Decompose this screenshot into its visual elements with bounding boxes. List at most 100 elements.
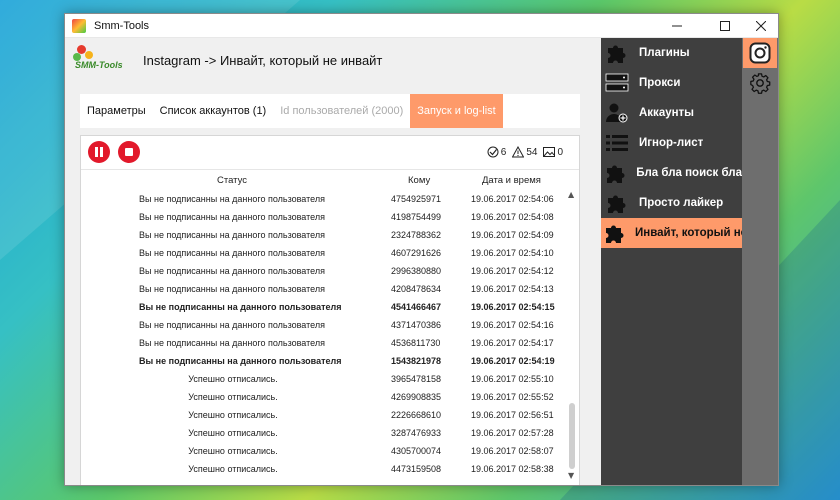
table-row[interactable]: Успешно отписались. 4269908835 19.06.2017 … xyxy=(81,388,569,406)
close-button[interactable] xyxy=(741,14,778,38)
cell-date: 19.06.2017 02:54:09 xyxy=(471,230,554,240)
column-header-to[interactable]: Кому xyxy=(408,175,430,186)
control-bar: 6 54 0 xyxy=(81,136,579,170)
main-pane: SMM-Tools Instagram -> Инвайт, который н… xyxy=(65,38,601,485)
sidebar-item-5[interactable]: Бла бла поиск бла xyxy=(601,158,742,188)
sidebar-item-1[interactable]: Плагины xyxy=(601,38,742,68)
vertical-scrollbar[interactable]: ▲ ▼ xyxy=(567,190,577,480)
maximize-button[interactable] xyxy=(705,14,745,38)
table-row[interactable]: Вы не подписанны на данного пользователя… xyxy=(81,226,569,244)
sidebar-item-2[interactable]: Прокси xyxy=(601,68,742,98)
maximize-icon xyxy=(720,21,730,31)
window-title: Smm-Tools xyxy=(94,19,150,32)
scroll-up-icon[interactable]: ▲ xyxy=(568,190,574,199)
cell-to: 4208478634 xyxy=(391,284,442,294)
scroll-thumb[interactable] xyxy=(569,403,575,469)
horizontal-scrollbar[interactable] xyxy=(83,485,455,486)
cell-status: Вы не подписанны на данного пользователя xyxy=(139,194,325,204)
platform-strip xyxy=(742,38,778,485)
cell-date: 19.06.2017 02:54:16 xyxy=(471,320,554,330)
sidebar-item-6[interactable]: Просто лайкер xyxy=(601,188,742,218)
cell-date: 19.06.2017 02:54:13 xyxy=(471,284,554,294)
cell-date: 19.06.2017 02:54:19 xyxy=(471,356,555,366)
cell-to: 4536811730 xyxy=(391,338,441,348)
tab-accounts-list[interactable]: Список аккаунтов (1) xyxy=(153,94,274,128)
minimize-button[interactable] xyxy=(657,14,697,38)
table-row[interactable]: Успешно отписались. 2226668610 19.06.2017 … xyxy=(81,406,569,424)
table-row[interactable]: Вы не подписанны на данного пользователя… xyxy=(81,190,569,208)
tab-bar: Параметры Список аккаунтов (1) Id пользо… xyxy=(80,94,580,128)
sidebar-item-label: Аккаунты xyxy=(639,107,695,119)
sidebar-item-label: Прокси xyxy=(639,77,681,89)
table-header: Статус Кому Дата и время xyxy=(81,172,569,190)
stop-button[interactable] xyxy=(118,141,140,163)
sidebar-item-3[interactable]: Аккаунты xyxy=(601,98,742,128)
tab-run-log[interactable]: Запуск и log-list xyxy=(410,94,503,128)
tab-user-ids[interactable]: Id пользователей (2000) xyxy=(273,94,410,128)
table-row[interactable]: Вы не подписанны на данного пользователя… xyxy=(81,262,569,280)
table-row[interactable]: Успешно отписались. 4473159508 19.06.2017 … xyxy=(81,460,569,478)
column-header-date[interactable]: Дата и время xyxy=(482,175,541,186)
warning-icon xyxy=(512,146,525,158)
cell-to: 4541466467 xyxy=(391,302,442,312)
scroll-down-icon[interactable]: ▼ xyxy=(568,471,574,480)
puzzle-icon xyxy=(603,161,628,185)
cell-to: 3965478158 xyxy=(391,374,442,384)
sidebar-menu: Плагины Прокси Аккаунты Игнор-лист Бла бла п… xyxy=(601,38,742,485)
cell-to: 4473159508 xyxy=(391,464,442,474)
table-row[interactable]: Вы не подписанны на данного пользователя… xyxy=(81,316,569,334)
cell-date: 19.06.2017 02:54:08 xyxy=(471,212,554,222)
stats-bar: 6 54 0 xyxy=(487,146,563,158)
page-title: Instagram -> Инвайт, который не инвайт xyxy=(143,52,383,68)
cell-status: Вы не подписанны на данного пользователя xyxy=(139,266,325,276)
cell-date: 19.06.2017 02:54:06 xyxy=(471,194,554,204)
title-bar: Smm-Tools xyxy=(65,14,778,38)
table-row[interactable]: Вы не подписанны на данного пользователя… xyxy=(81,280,569,298)
table-row[interactable]: Успешно отписались. 4305700074 19.06.2017 … xyxy=(81,442,569,460)
table-row[interactable]: Вы не подписанны на данного пользователя… xyxy=(81,244,569,262)
instagram-button[interactable] xyxy=(743,38,777,68)
image-count: 0 xyxy=(557,146,563,158)
header: SMM-Tools Instagram -> Инвайт, который н… xyxy=(65,38,601,82)
server-icon xyxy=(603,71,631,95)
cell-to: 4198754499 xyxy=(391,212,442,222)
cell-to: 4607291626 xyxy=(391,248,442,258)
log-panel: 6 54 0 Статус Кому Дата и время Вы не по… xyxy=(80,135,580,486)
cell-to: 4269908835 xyxy=(391,392,442,402)
table-row[interactable]: Вы не подписанны на данного пользователя… xyxy=(81,298,569,316)
table-row[interactable]: Успешно отписались. 3287476933 19.06.2017 … xyxy=(81,424,569,442)
cell-date: 19.06.2017 02:58:38 xyxy=(471,464,554,474)
list-icon xyxy=(603,131,631,155)
table-row[interactable]: Успешно отписались. 3965478158 19.06.2017 … xyxy=(81,370,569,388)
add-user-icon xyxy=(603,101,631,125)
sidebar-item-label: Игнор-лист xyxy=(639,137,704,149)
cell-date: 19.06.2017 02:56:51 xyxy=(471,410,554,420)
warning-count: 54 xyxy=(526,146,538,158)
pause-button[interactable] xyxy=(88,141,110,163)
cell-status: Вы не подписанны на данного пользователя xyxy=(139,284,325,294)
sidebar-item-4[interactable]: Игнор-лист xyxy=(601,128,742,158)
instagram-icon xyxy=(749,42,771,64)
cell-status: Успешно отписались. xyxy=(188,374,278,384)
column-header-status[interactable]: Статус xyxy=(217,175,247,186)
success-count: 6 xyxy=(500,146,507,158)
stop-icon xyxy=(125,148,133,156)
logo-text: SMM-Tools xyxy=(75,60,123,70)
cell-to: 2226668610 xyxy=(391,410,442,420)
table-row[interactable]: Вы не подписанны на данного пользователя… xyxy=(81,208,569,226)
puzzle-icon xyxy=(603,191,631,215)
sidebar-item-label: Инвайт, который не инвайт xyxy=(635,227,742,239)
sidebar-item-7[interactable]: Инвайт, который не инвайт xyxy=(601,218,742,248)
gear-icon xyxy=(750,73,771,94)
cell-status: Вы не подписанны на данного пользователя xyxy=(139,212,325,222)
close-icon xyxy=(756,21,766,31)
puzzle-icon xyxy=(603,41,631,65)
settings-button[interactable] xyxy=(743,68,777,98)
app-icon xyxy=(72,18,86,33)
tab-parameters[interactable]: Параметры xyxy=(80,94,153,128)
sidebar-item-label: Плагины xyxy=(639,47,690,59)
cell-date: 19.06.2017 02:54:15 xyxy=(471,302,555,312)
table-row[interactable]: Вы не подписанны на данного пользователя… xyxy=(81,334,569,352)
table-row[interactable]: Вы не подписанны на данного пользователя… xyxy=(81,352,569,370)
cell-status: Вы не подписанны на данного пользователя xyxy=(139,230,325,240)
